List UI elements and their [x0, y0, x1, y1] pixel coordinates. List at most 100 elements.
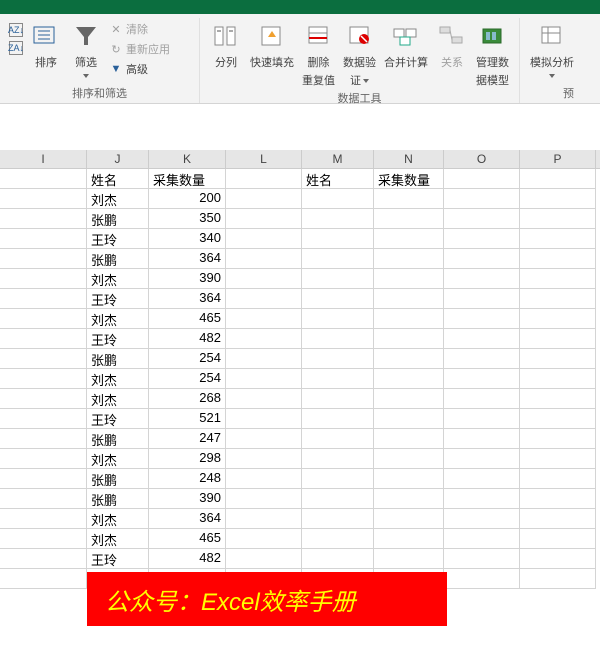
cell[interactable]: 张鹏: [87, 469, 149, 489]
cell[interactable]: [444, 429, 520, 449]
cell[interactable]: [520, 229, 596, 249]
cell[interactable]: 248: [149, 469, 226, 489]
cell[interactable]: [0, 429, 87, 449]
cell[interactable]: [374, 509, 444, 529]
cell[interactable]: [520, 269, 596, 289]
cell[interactable]: [520, 509, 596, 529]
consolidate-button[interactable]: 合并计算: [380, 18, 432, 72]
cell[interactable]: 姓名: [302, 169, 374, 189]
cell[interactable]: [226, 209, 302, 229]
cell[interactable]: [226, 289, 302, 309]
column-header[interactable]: L: [226, 150, 302, 168]
cell[interactable]: [226, 429, 302, 449]
cell[interactable]: [302, 349, 374, 369]
cell[interactable]: [520, 349, 596, 369]
cell[interactable]: [0, 249, 87, 269]
cell[interactable]: [0, 369, 87, 389]
cell[interactable]: [520, 309, 596, 329]
cell[interactable]: [444, 209, 520, 229]
cell[interactable]: 张鹏: [87, 349, 149, 369]
cell[interactable]: [302, 209, 374, 229]
cell[interactable]: [444, 229, 520, 249]
cell[interactable]: 王玲: [87, 549, 149, 569]
cell[interactable]: 521: [149, 409, 226, 429]
cell[interactable]: [374, 229, 444, 249]
cell[interactable]: [226, 489, 302, 509]
cell[interactable]: 390: [149, 489, 226, 509]
column-header[interactable]: N: [374, 150, 444, 168]
cell[interactable]: [444, 389, 520, 409]
cell[interactable]: [374, 369, 444, 389]
cell[interactable]: [374, 269, 444, 289]
cell[interactable]: [0, 469, 87, 489]
cell[interactable]: [520, 429, 596, 449]
column-header[interactable]: O: [444, 150, 520, 168]
cell[interactable]: [302, 489, 374, 509]
cell[interactable]: 王玲: [87, 329, 149, 349]
cell[interactable]: [374, 329, 444, 349]
cell[interactable]: [0, 329, 87, 349]
cell[interactable]: 340: [149, 229, 226, 249]
column-header[interactable]: J: [87, 150, 149, 168]
cell[interactable]: [302, 329, 374, 349]
column-header[interactable]: P: [520, 150, 596, 168]
cell[interactable]: [520, 369, 596, 389]
cell[interactable]: [444, 249, 520, 269]
cell[interactable]: [0, 289, 87, 309]
cell[interactable]: [226, 229, 302, 249]
cell[interactable]: 张鹏: [87, 209, 149, 229]
cell[interactable]: [444, 409, 520, 429]
cell[interactable]: [374, 189, 444, 209]
cell[interactable]: [226, 269, 302, 289]
remove-duplicates-button[interactable]: 删除 重复值: [298, 18, 339, 90]
cell[interactable]: [374, 489, 444, 509]
cell[interactable]: [374, 309, 444, 329]
cell[interactable]: 482: [149, 549, 226, 569]
column-header[interactable]: K: [149, 150, 226, 168]
filter-button[interactable]: 筛选: [66, 18, 106, 80]
cell[interactable]: 200: [149, 189, 226, 209]
cell[interactable]: 254: [149, 369, 226, 389]
sort-desc-button[interactable]: ZA↓: [6, 40, 26, 56]
cell[interactable]: 王玲: [87, 409, 149, 429]
text-to-columns-button[interactable]: 分列: [206, 18, 246, 72]
cell[interactable]: [520, 289, 596, 309]
cell[interactable]: [226, 329, 302, 349]
cell[interactable]: 465: [149, 529, 226, 549]
cell[interactable]: 张鹏: [87, 489, 149, 509]
cell[interactable]: 采集数量: [374, 169, 444, 189]
cell[interactable]: [520, 449, 596, 469]
cell[interactable]: [374, 249, 444, 269]
cell[interactable]: [520, 489, 596, 509]
cell[interactable]: [444, 169, 520, 189]
cell[interactable]: [520, 529, 596, 549]
cell[interactable]: 刘杰: [87, 509, 149, 529]
flash-fill-button[interactable]: 快速填充: [246, 18, 298, 72]
cell[interactable]: [302, 529, 374, 549]
cell[interactable]: [226, 389, 302, 409]
cell[interactable]: [444, 289, 520, 309]
cell[interactable]: [0, 569, 87, 589]
spreadsheet-grid[interactable]: IJKLMNOP 姓名采集数量姓名采集数量刘杰200张鹏350王玲340张鹏36…: [0, 150, 600, 589]
cell[interactable]: 364: [149, 249, 226, 269]
cell[interactable]: 刘杰: [87, 369, 149, 389]
cell[interactable]: [444, 509, 520, 529]
cell[interactable]: [226, 249, 302, 269]
relationships-button[interactable]: 关系: [432, 18, 472, 72]
cell[interactable]: [444, 569, 520, 589]
cell[interactable]: [226, 349, 302, 369]
cell[interactable]: [226, 309, 302, 329]
cell[interactable]: [302, 189, 374, 209]
cell[interactable]: [302, 229, 374, 249]
cell[interactable]: 刘杰: [87, 529, 149, 549]
cell[interactable]: 张鹏: [87, 249, 149, 269]
cell[interactable]: 采集数量: [149, 169, 226, 189]
cell[interactable]: [374, 549, 444, 569]
cell[interactable]: [520, 469, 596, 489]
cell[interactable]: [444, 349, 520, 369]
cell[interactable]: 482: [149, 329, 226, 349]
cell[interactable]: [520, 549, 596, 569]
cell[interactable]: 268: [149, 389, 226, 409]
cell[interactable]: [374, 429, 444, 449]
cell[interactable]: [0, 189, 87, 209]
